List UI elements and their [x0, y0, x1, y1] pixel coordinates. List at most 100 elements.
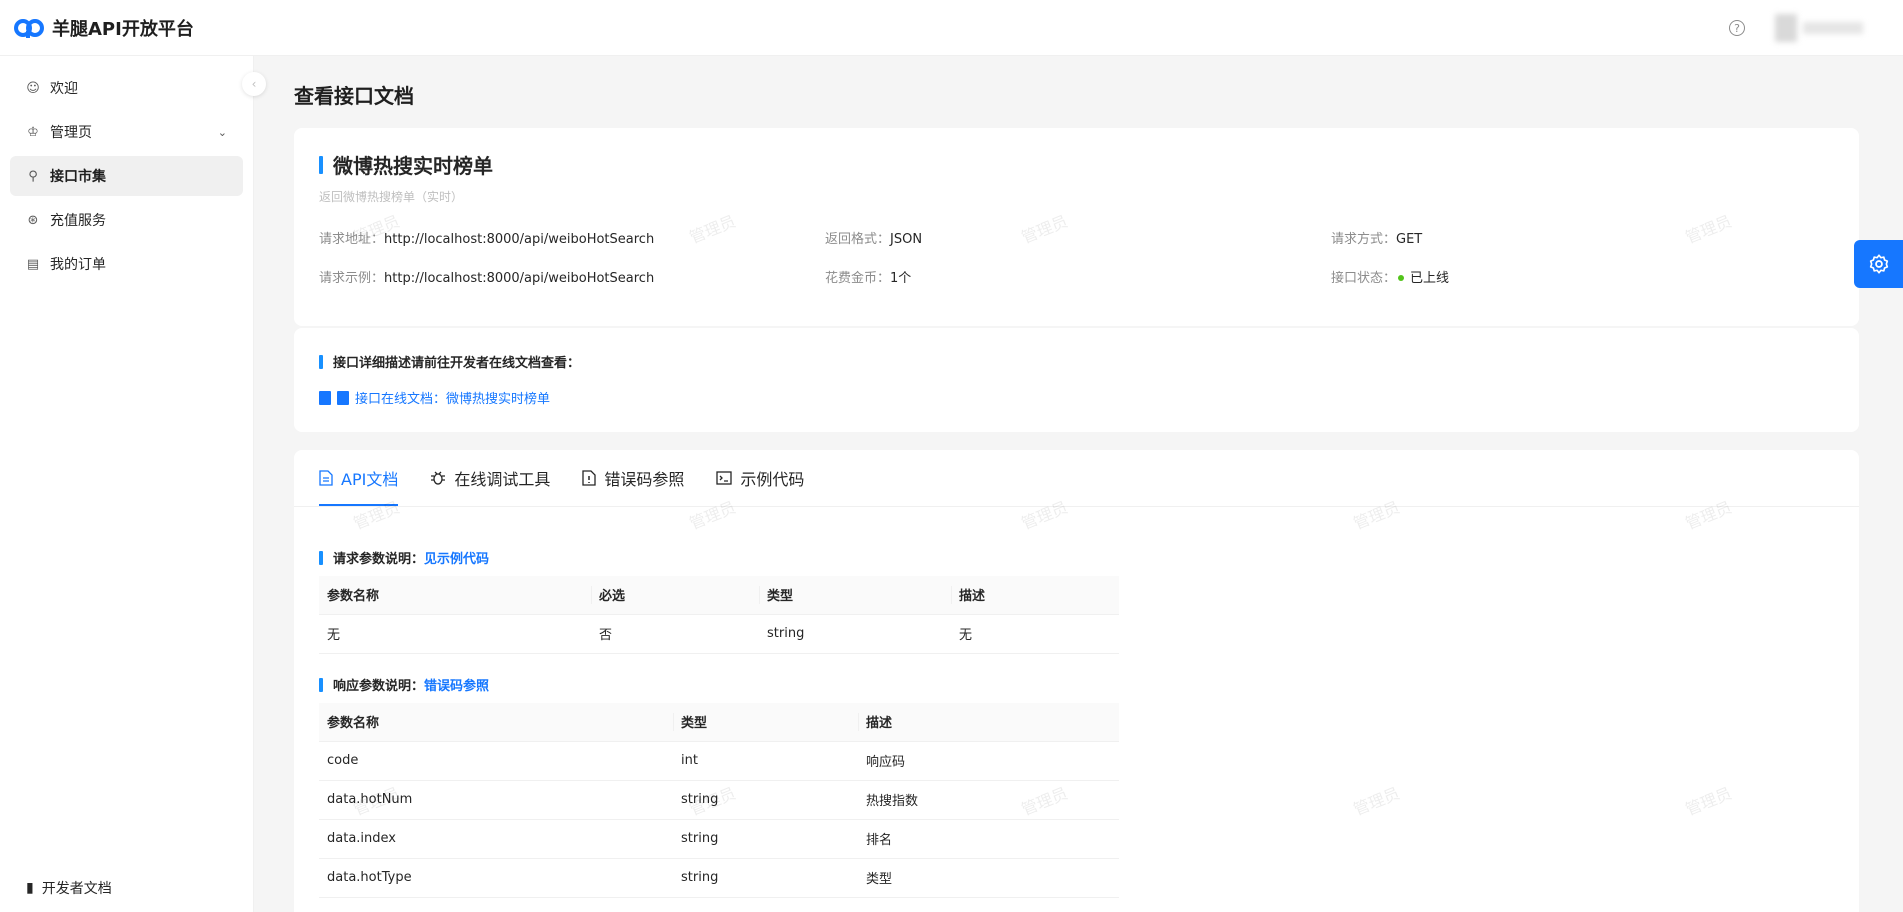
request-params-table: 参数名称 必选 类型 描述 无 否 string 无: [319, 576, 1119, 654]
table-row: data.index string 排名: [319, 819, 1119, 859]
response-params-table: 参数名称 类型 描述 code int 响应码 data.hotNum stri…: [319, 703, 1119, 898]
response-format-label: 返回格式：: [825, 232, 891, 247]
table-row: 无 否 string 无: [319, 614, 1119, 654]
request-method: 请求方式：GET: [1331, 228, 1422, 247]
sidebar-collapse-button[interactable]: ‹: [242, 72, 266, 96]
sidebar-item-label: 充值服务: [50, 213, 106, 229]
request-example-value: http://localhost:8000/api/weiboHotSearch: [384, 271, 655, 286]
cost-value: 1个: [890, 271, 912, 286]
table-cell: code: [319, 741, 673, 781]
table-cell: string: [673, 858, 858, 898]
column-header: 必选: [591, 576, 759, 615]
smile-icon: ☺: [26, 80, 40, 96]
table-row: data.hotType string 类型: [319, 858, 1119, 898]
title-bar: [319, 550, 323, 565]
tab-bar: API文档 在线调试工具 错误码参照 示例代码: [319, 450, 804, 506]
logo-icon: [14, 18, 44, 38]
response-format: 返回格式：JSON: [825, 228, 922, 247]
tab-error-codes[interactable]: 错误码参照: [582, 450, 684, 506]
title-bar: [319, 677, 323, 692]
file-icon: [319, 470, 333, 486]
online-doc-link-text: 接口在线文档：微博热搜实时榜单: [355, 392, 551, 407]
table-cell: 无: [951, 614, 1119, 654]
request-url-value: http://localhost:8000/api/weiboHotSearch: [384, 232, 655, 247]
coin-icon: ⊛: [27, 212, 39, 228]
tab-label: API文档: [341, 470, 399, 489]
developer-docs-link[interactable]: ▮ 开发者文档: [26, 878, 112, 898]
sidebar: ☺ 欢迎 ♔ 管理页 ⌄ ⚲ 接口市集 ⊛ 充值服务 ▤ 我的订单 ▮ 开发者文…: [0, 56, 254, 912]
sidebar-item-label: 欢迎: [50, 81, 78, 97]
online-doc-link[interactable]: 接口在线文档：微博热搜实时榜单: [319, 388, 550, 407]
question-icon[interactable]: ?: [1729, 20, 1745, 36]
api-status-label: 接口状态：: [1331, 271, 1397, 286]
book-icon: ▮: [26, 880, 34, 896]
response-format-value: JSON: [890, 232, 923, 247]
column-header: 参数名称: [319, 703, 673, 742]
column-header: 类型: [673, 703, 858, 742]
request-example: 请求示例：http://localhost:8000/api/weiboHotS…: [319, 267, 654, 286]
request-params-title-text: 请求参数说明：: [333, 552, 425, 567]
api-name-text: 微博热搜实时榜单: [333, 154, 493, 178]
tab-api-doc[interactable]: API文档: [319, 450, 399, 506]
sidebar-item-interface-market[interactable]: ⚲ 接口市集: [10, 156, 243, 196]
table-header-row: 参数名称 类型 描述: [319, 703, 1119, 742]
tab-label: 示例代码: [740, 470, 805, 489]
table-cell: string: [759, 614, 951, 654]
logo[interactable]: 羊腿API开放平台: [14, 15, 194, 41]
table-cell: string: [673, 819, 858, 859]
tab-label: 在线调试工具: [454, 470, 551, 489]
tab-label: 错误码参照: [604, 470, 685, 489]
table-cell: data.hotNum: [319, 780, 673, 820]
sidebar-item-orders[interactable]: ▤ 我的订单: [10, 244, 243, 284]
developer-docs-label: 开发者文档: [41, 881, 112, 897]
sidebar-item-welcome[interactable]: ☺ 欢迎: [10, 68, 243, 108]
cost-label: 花费金币：: [825, 271, 891, 286]
api-info-card: 微博热搜实时榜单 返回微博热搜榜单（实时） 请求地址：http://localh…: [294, 128, 1859, 326]
code-icon: [716, 471, 733, 485]
see-sample-code-link[interactable]: 见示例代码: [424, 552, 489, 567]
docs-title: 接口详细描述请前往开发者在线文档查看：: [319, 352, 580, 371]
tab-sample-code[interactable]: 示例代码: [716, 450, 804, 506]
response-params-title: 响应参数说明：错误码参照: [319, 675, 489, 694]
api-description: 返回微博热搜榜单（实时）: [319, 190, 464, 204]
cost: 花费金币：1个: [825, 267, 911, 286]
api-status: 接口状态： 已上线: [1331, 267, 1449, 286]
file-exclamation-icon: [582, 470, 596, 486]
table-cell: 排名: [858, 819, 1119, 859]
gear-icon: [1869, 254, 1888, 274]
column-header: 描述: [858, 703, 1119, 742]
request-method-label: 请求方式：: [1331, 232, 1397, 247]
book-icon: [337, 390, 349, 405]
error-code-link[interactable]: 错误码参照: [424, 679, 489, 694]
column-header: 类型: [759, 576, 951, 615]
table-cell: data.hotType: [319, 858, 673, 898]
column-header: 参数名称: [319, 576, 591, 615]
column-header: 描述: [951, 576, 1119, 615]
docs-card: 接口详细描述请前往开发者在线文档查看： 接口在线文档：微博热搜实时榜单: [294, 328, 1859, 432]
user-avatar[interactable]: [1775, 14, 1863, 42]
tabs-divider: [294, 506, 1859, 507]
sidebar-item-label: 我的订单: [50, 257, 106, 273]
main-content: 查看接口文档 微博热搜实时榜单 返回微博热搜榜单（实时） 请求地址：http:/…: [294, 56, 1859, 912]
app-title: 羊腿API开放平台: [52, 18, 194, 40]
crown-icon: ♔: [27, 124, 39, 140]
table-row: code int 响应码: [319, 741, 1119, 781]
username-blurred: [1803, 22, 1863, 34]
request-url: 请求地址：http://localhost:8000/api/weiboHotS…: [319, 228, 654, 247]
status-dot: [1398, 275, 1405, 281]
settings-drawer-button[interactable]: [1854, 240, 1903, 288]
table-cell: 无: [319, 614, 591, 654]
table-cell: 否: [591, 614, 759, 654]
sidebar-item-admin[interactable]: ♔ 管理页 ⌄: [10, 112, 243, 152]
sidebar-item-recharge[interactable]: ⊛ 充值服务: [10, 200, 243, 240]
api-name: 微博热搜实时榜单: [319, 150, 493, 179]
table-cell: 类型: [858, 858, 1119, 898]
title-bar: [319, 155, 323, 174]
tab-debug-tool[interactable]: 在线调试工具: [430, 450, 550, 506]
api-doc-tabs-card: API文档 在线调试工具 错误码参照 示例代码 请求参数说明：见示例代码 参数名…: [294, 450, 1859, 912]
request-url-label: 请求地址：: [319, 232, 385, 247]
sidebar-menu: ☺ 欢迎 ♔ 管理页 ⌄ ⚲ 接口市集 ⊛ 充值服务 ▤ 我的订单: [0, 56, 253, 284]
sidebar-item-label: 管理页: [50, 125, 92, 141]
table-cell: 响应码: [858, 741, 1119, 781]
book-icon: [319, 390, 331, 405]
